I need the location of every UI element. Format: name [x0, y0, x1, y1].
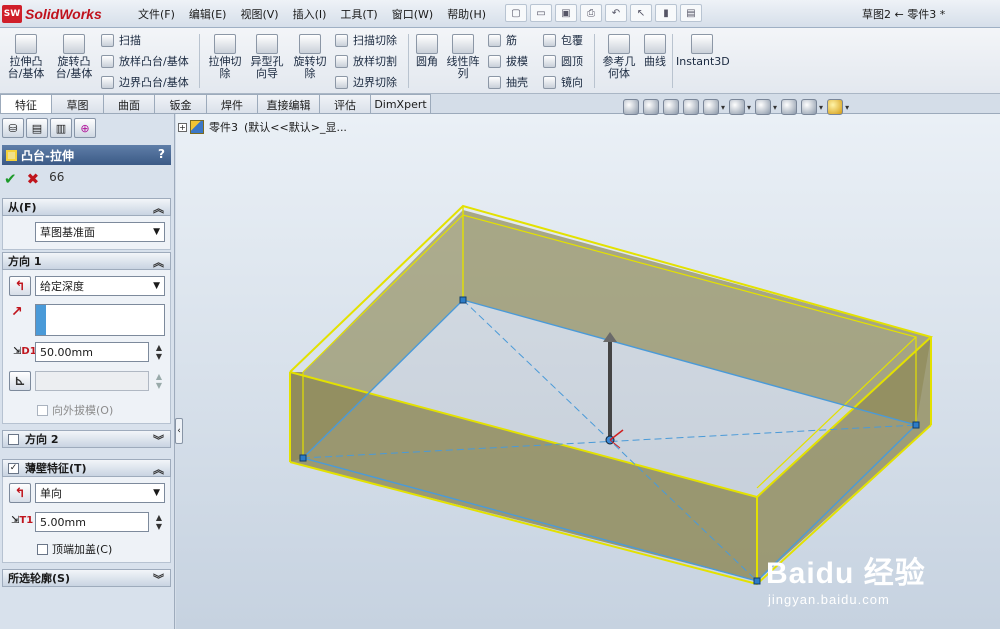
- thickness-label: T1: [19, 515, 34, 526]
- start-condition-select[interactable]: 草图基准面 ▼: [35, 222, 165, 242]
- property-manager: ⛁ ▤ ▥ ⊕ 凸台-拉伸 ? ✔ ✖ 66 从(F) ︽ 草图基准面 ▼ 方向…: [0, 114, 175, 629]
- thin-feature-checkbox[interactable]: ✓: [8, 462, 19, 474]
- sketch-point[interactable]: [299, 454, 307, 462]
- watermark-url: jingyan.baidu.com: [768, 592, 890, 607]
- collapse-icon[interactable]: ︽: [153, 254, 164, 270]
- left-wall-edge: [290, 372, 303, 462]
- configuration-manager-tab-icon[interactable]: ▥: [50, 118, 72, 138]
- group-direction1-body: ↰ 给定深度 ▼ ↗ ⇲D1 50.00mm ▲ ▼ ⊾ ▲ ▼ 向外拔模(O): [2, 270, 171, 424]
- watermark-brand-text: Baidu: [766, 557, 855, 590]
- end-condition-value: 给定深度: [40, 280, 84, 293]
- group-direction2-title: 方向 2: [25, 433, 59, 446]
- group-direction1-title: 方向 1: [8, 255, 42, 268]
- cap-ends-label: 顶端加盖(C): [52, 543, 113, 556]
- draft-angle-input: ▲ ▼: [35, 371, 162, 391]
- reverse-direction-button[interactable]: ↰: [9, 276, 31, 296]
- property-manager-tab-icon[interactable]: ▤: [26, 118, 48, 138]
- reverse-thickness-button[interactable]: ↰: [9, 483, 31, 503]
- group-thin-feature-body: ↰ 单向 ▼ ⇲T1 5.00mm ▲ ▼ 顶端加盖(C): [2, 477, 171, 563]
- group-thin-feature-header[interactable]: ✓ 薄壁特征(T) ︽: [2, 459, 171, 477]
- group-thin-feature-title: 薄壁特征(T): [25, 462, 87, 475]
- sketch-point[interactable]: [753, 577, 761, 585]
- property-manager-title: 凸台-拉伸 ?: [2, 145, 171, 165]
- chevron-down-icon: ▼: [153, 281, 160, 291]
- sketch-point[interactable]: [459, 296, 467, 304]
- spinner-icon: ▲ ▼: [155, 372, 162, 390]
- watermark-service-text: 经验: [863, 557, 926, 590]
- thickness-value: 5.00mm: [40, 515, 86, 529]
- depth-icon: ⇲D1: [13, 346, 37, 357]
- depth-input[interactable]: 50.00mm ▲ ▼: [35, 342, 162, 362]
- ok-icon[interactable]: ✔: [4, 170, 17, 188]
- thickness-input[interactable]: 5.00mm ▲ ▼: [35, 512, 162, 532]
- preview-icon[interactable]: 66: [49, 170, 64, 188]
- group-direction2-header[interactable]: 方向 2 ︾: [2, 430, 171, 448]
- feature-manager-tab-icon[interactable]: ⛁: [2, 118, 24, 138]
- selection-indicator: [36, 305, 46, 335]
- expand-icon[interactable]: ︾: [153, 432, 164, 448]
- expand-icon[interactable]: ︾: [153, 571, 164, 587]
- thickness-icon: ⇲T1: [11, 515, 34, 526]
- direction2-checkbox[interactable]: [8, 433, 19, 445]
- collapse-icon[interactable]: ︽: [153, 461, 164, 477]
- chevron-down-icon: ▼: [153, 227, 160, 237]
- baidu-watermark: Baidu 经验 jingyan.baidu.com: [766, 548, 926, 607]
- start-condition-value: 草图基准面: [40, 226, 95, 239]
- help-icon[interactable]: ?: [158, 147, 165, 161]
- thin-type-value: 单向: [40, 487, 62, 500]
- group-from-header[interactable]: 从(F) ︽: [2, 198, 171, 216]
- direction-reference-box[interactable]: [35, 304, 165, 336]
- group-selected-contours-header[interactable]: 所选轮廓(S) ︾: [2, 569, 171, 587]
- feature-title: 凸台-拉伸: [21, 148, 74, 163]
- ok-cancel-row: ✔ ✖ 66: [4, 170, 64, 188]
- panel-collapse-handle[interactable]: ‹: [175, 418, 183, 444]
- thin-type-select[interactable]: 单向 ▼: [35, 483, 165, 503]
- dimxpert-manager-tab-icon[interactable]: ⊕: [74, 118, 96, 138]
- spinner-icon[interactable]: ▲ ▼: [156, 513, 162, 531]
- depth-value: 50.00mm: [40, 345, 93, 359]
- cancel-icon[interactable]: ✖: [27, 170, 40, 188]
- checkbox-box[interactable]: [37, 543, 48, 555]
- group-direction1-header[interactable]: 方向 1 ︽: [2, 252, 171, 270]
- cap-ends-checkbox[interactable]: 顶端加盖(C): [37, 541, 112, 557]
- end-condition-select[interactable]: 给定深度 ▼: [35, 276, 165, 296]
- draft-toggle-button[interactable]: ⊾: [9, 371, 31, 391]
- boss-extrude-icon: [6, 149, 17, 161]
- collapse-icon[interactable]: ︽: [153, 200, 164, 216]
- manager-tabs: ⛁ ▤ ▥ ⊕: [0, 118, 175, 140]
- watermark-brand: Baidu 经验: [766, 548, 926, 592]
- group-from-body: 草图基准面 ▼: [2, 216, 171, 250]
- group-selected-contours-title: 所选轮廓(S): [8, 572, 70, 585]
- sketch-point[interactable]: [912, 421, 920, 429]
- draft-outward-label: 向外拔模(O): [52, 404, 114, 417]
- direction-arrow-icon: ↗: [11, 304, 23, 320]
- chevron-down-icon: ▼: [153, 488, 160, 498]
- group-from-title: 从(F): [8, 201, 37, 214]
- checkbox-box: [37, 404, 48, 416]
- spinner-icon[interactable]: ▲ ▼: [156, 343, 162, 361]
- draft-outward-checkbox: 向外拔模(O): [37, 402, 113, 418]
